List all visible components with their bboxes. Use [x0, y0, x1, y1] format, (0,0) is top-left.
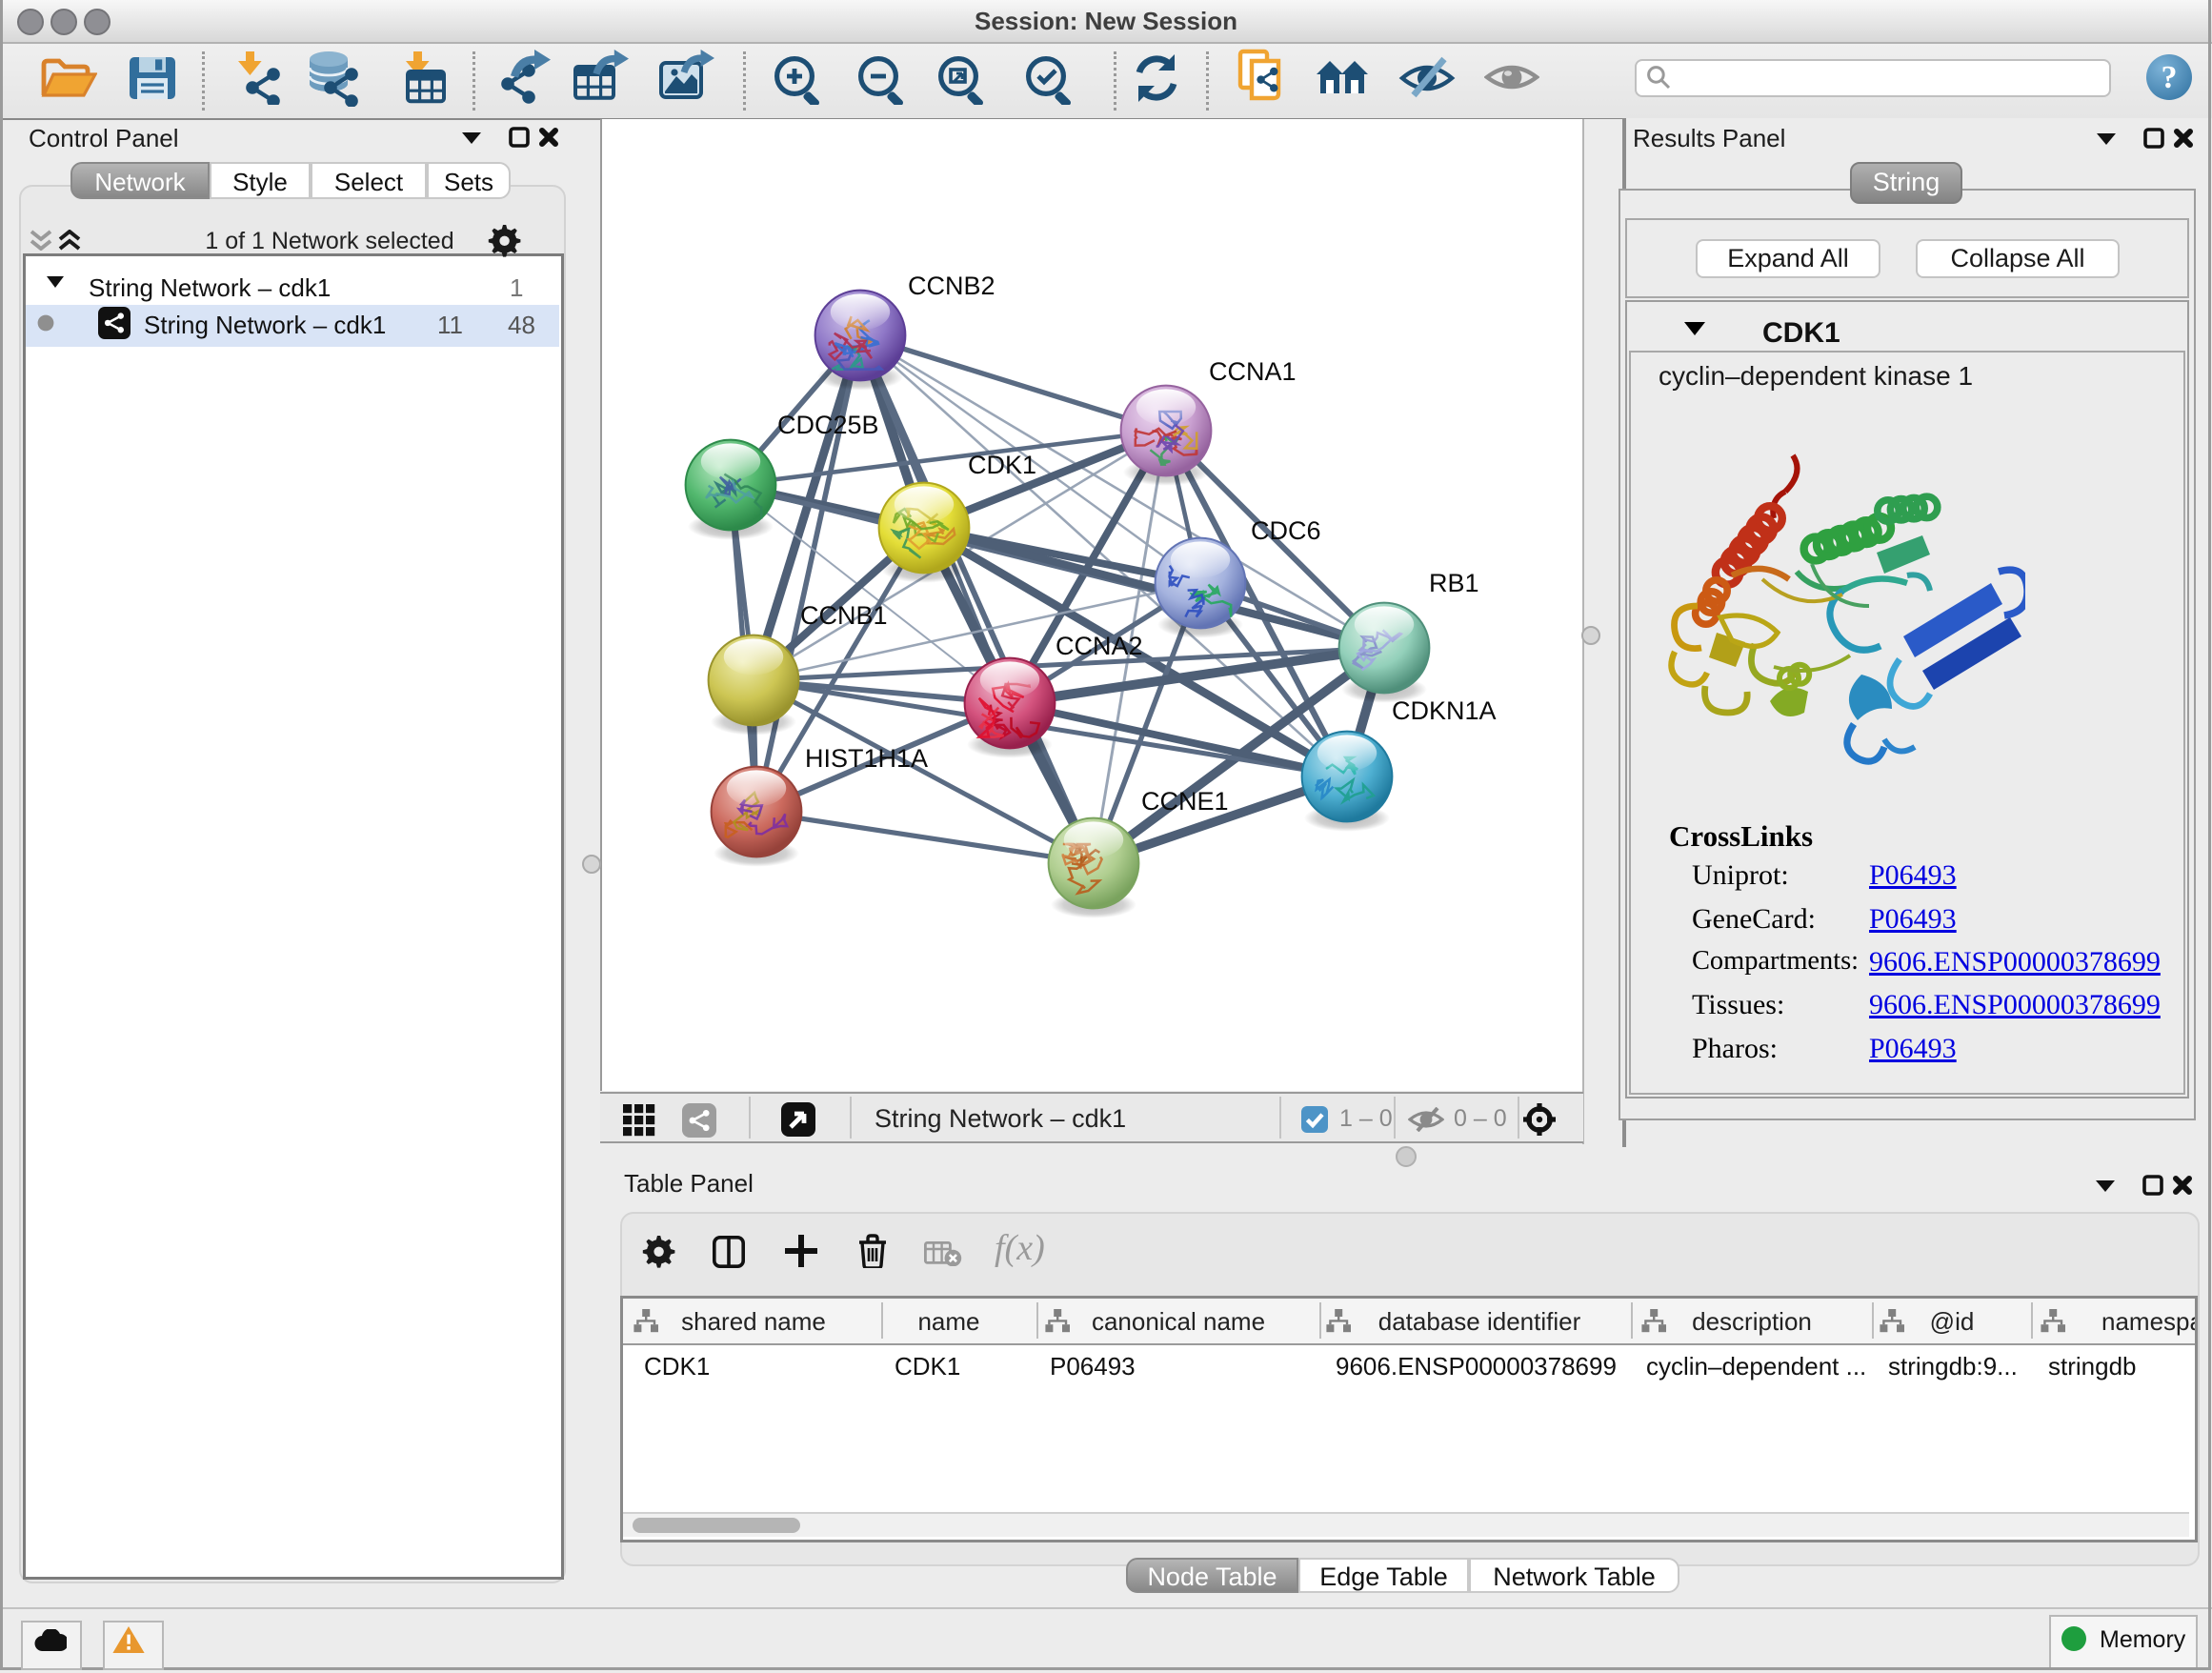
svg-text:CCNE1: CCNE1	[1141, 787, 1229, 816]
svg-text:CCNB2: CCNB2	[908, 272, 995, 300]
svg-text:CDKN1A: CDKN1A	[1392, 696, 1497, 725]
svg-text:HIST1H1A: HIST1H1A	[805, 744, 928, 773]
svg-text:CCNB1: CCNB1	[800, 601, 888, 630]
svg-text:CDK1: CDK1	[968, 451, 1036, 479]
svg-text:RB1: RB1	[1429, 569, 1479, 597]
svg-text:CDC6: CDC6	[1251, 516, 1321, 545]
svg-text:CCNA1: CCNA1	[1209, 357, 1297, 386]
svg-text:?: ?	[2162, 60, 2178, 95]
svg-text:CDC25B: CDC25B	[777, 411, 879, 439]
svg-text:CCNA2: CCNA2	[1056, 632, 1143, 660]
